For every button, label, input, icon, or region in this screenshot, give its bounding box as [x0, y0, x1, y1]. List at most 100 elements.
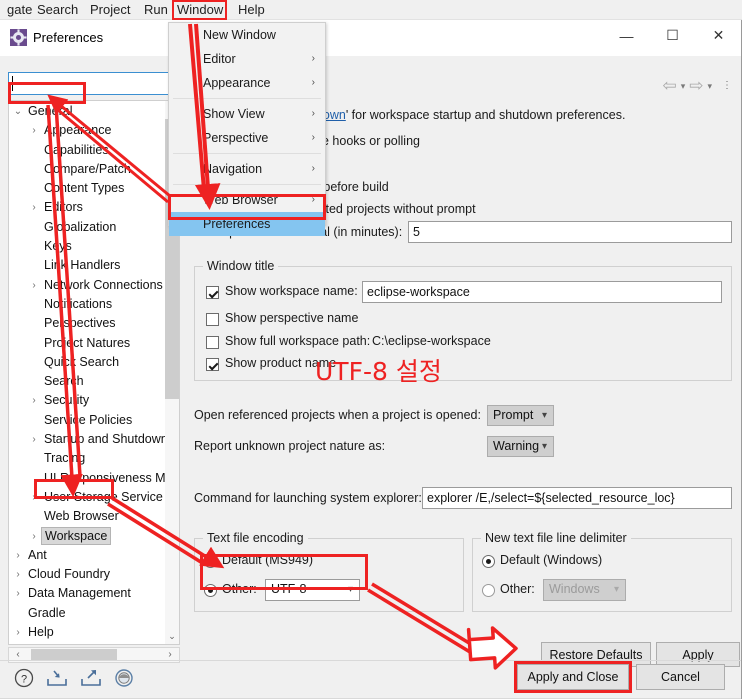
tree-item-perspectives[interactable]: Perspectives — [9, 314, 167, 333]
menu-item-label: Web Browser — [203, 193, 278, 207]
tree-item-service-policies[interactable]: Service Policies — [9, 411, 167, 430]
tree-expand-arrow-icon[interactable]: › — [28, 527, 40, 546]
dialog-title-bar: Preferences — ☐ ✕ — [0, 20, 741, 56]
tree-item-content-types[interactable]: Content Types — [9, 179, 167, 198]
show-perspective-name-checkbox[interactable] — [206, 313, 219, 326]
tree-expand-arrow-icon[interactable]: › — [28, 198, 40, 217]
tree-item-gradle[interactable]: Gradle — [9, 604, 167, 623]
tree-item-appearance[interactable]: › Appearance — [9, 121, 167, 140]
tree-item-security[interactable]: › Security — [9, 391, 167, 410]
tree-item-notifications[interactable]: Notifications — [9, 295, 167, 314]
menu-item-perspective[interactable]: Perspective › — [169, 126, 325, 150]
tree-item-search[interactable]: Search — [9, 372, 167, 391]
tree-expand-arrow-icon[interactable]: › — [28, 121, 40, 140]
tree-expand-arrow-icon[interactable]: › — [28, 430, 40, 449]
tree-item-label: Perspectives — [44, 316, 116, 331]
tree-expand-arrow-icon[interactable]: › — [12, 584, 24, 603]
tree-item-general[interactable]: ⌄ General — [9, 102, 167, 121]
pane-menu-icon[interactable]: ⋮ — [722, 81, 732, 91]
theme-icon[interactable] — [114, 668, 134, 688]
tree-item-user-storage-service[interactable]: › User Storage Service — [9, 488, 167, 507]
menu-item-web-browser[interactable]: Web Browser › — [169, 188, 325, 212]
help-icon[interactable]: ? — [14, 668, 34, 688]
tree-expand-arrow-icon[interactable]: › — [28, 391, 40, 410]
tree-item-link-handlers[interactable]: Link Handlers — [9, 256, 167, 275]
save-interval-input[interactable]: 5 — [408, 221, 732, 243]
window-dropdown-menu[interactable]: New Window Editor › Appearance › Show View › Pe… — [168, 22, 326, 236]
tree-scroll-down-arrow[interactable]: ⌄ — [165, 628, 179, 644]
tree-item-help[interactable]: › Help — [9, 623, 167, 642]
tree-item-install-update[interactable]: › Install/Update — [9, 642, 167, 644]
tree-item-startup-and-shutdown[interactable]: › Startup and Shutdown — [9, 430, 167, 449]
encoding-default-radio[interactable] — [204, 555, 217, 568]
menu-search[interactable]: Search — [32, 1, 83, 19]
delimiter-default-radio[interactable] — [482, 555, 495, 568]
tree-item-ant[interactable]: › Ant — [9, 546, 167, 565]
menu-item-appearance[interactable]: Appearance › — [169, 71, 325, 95]
close-button[interactable]: ✕ — [696, 20, 741, 51]
back-dropdown-icon[interactable]: ▾ — [681, 81, 686, 92]
menu-item-new-window[interactable]: New Window — [169, 23, 325, 47]
tree-expand-arrow-icon[interactable]: › — [28, 276, 40, 295]
show-full-path-checkbox[interactable] — [206, 336, 219, 349]
back-arrow-icon[interactable]: ⇦ — [662, 76, 676, 96]
tree-item-quick-search[interactable]: Quick Search — [9, 353, 167, 372]
report-nature-value: Warning — [493, 439, 540, 453]
tree-expand-arrow-icon[interactable]: › — [28, 488, 40, 507]
menu-item-show-view[interactable]: Show View › — [169, 102, 325, 126]
menu-item-label: Perspective — [203, 131, 269, 145]
apply-and-close-button[interactable]: Apply and Close — [517, 664, 629, 690]
filter-input[interactable] — [8, 72, 173, 95]
tree-item-data-management[interactable]: › Data Management — [9, 584, 167, 603]
tree-expand-arrow-icon[interactable]: › — [12, 546, 24, 565]
tree-expand-arrow-icon[interactable]: ⌄ — [12, 102, 24, 121]
menu-window[interactable]: Window — [172, 1, 228, 19]
forward-arrow-icon[interactable]: ⇨ — [689, 76, 703, 96]
show-workspace-name-checkbox[interactable] — [206, 286, 219, 299]
tree-item-capabilities[interactable]: Capabilities — [9, 141, 167, 160]
tree-item-ui-responsiveness-monitoring[interactable]: UI Responsiveness Monitoring — [9, 469, 179, 488]
workspace-name-input[interactable]: eclipse-workspace — [362, 281, 722, 303]
footer-icon-bar: ? — [14, 668, 134, 688]
tree-item-cloud-foundry[interactable]: › Cloud Foundry — [9, 565, 167, 584]
preference-tree[interactable]: ⌄ General › Appearance Capabilities Compare/P… — [8, 100, 180, 645]
menu-project[interactable]: Project — [85, 1, 135, 19]
open-referenced-combo[interactable]: Prompt ▾ — [487, 405, 554, 426]
tree-item-project-natures[interactable]: Project Natures — [9, 334, 167, 353]
menu-item-preferences[interactable]: Preferences — [169, 212, 325, 236]
tree-item-compare-patch[interactable]: Compare/Patch — [9, 160, 167, 179]
tree-item-keys[interactable]: Keys — [9, 237, 167, 256]
delimiter-other-combo[interactable]: Windows ▾ — [543, 579, 626, 601]
menu-help[interactable]: Help — [233, 1, 270, 19]
tree-item-label: Content Types — [44, 181, 125, 196]
forward-dropdown-icon[interactable]: ▾ — [707, 81, 712, 92]
show-product-name-checkbox[interactable] — [206, 358, 219, 371]
dialog-title: Preferences — [33, 30, 104, 45]
import-preferences-icon[interactable] — [46, 668, 68, 688]
menu-item-navigation[interactable]: Navigation › — [169, 157, 325, 181]
tree-item-tracing[interactable]: Tracing — [9, 449, 167, 468]
maximize-button[interactable]: ☐ — [650, 20, 695, 51]
tree-item-label: Tracing — [44, 451, 86, 466]
encoding-other-radio[interactable] — [204, 584, 217, 597]
tree-expand-arrow-icon[interactable]: › — [12, 565, 24, 584]
report-nature-combo[interactable]: Warning ▾ — [487, 436, 554, 457]
tree-item-network-connections[interactable]: › Network Connections — [9, 276, 167, 295]
command-input[interactable]: explorer /E,/select=${selected_resource_… — [422, 487, 732, 509]
tree-expand-arrow-icon[interactable]: › — [12, 623, 24, 642]
encoding-group-label: Text file encoding — [203, 531, 308, 545]
export-preferences-icon[interactable] — [80, 668, 102, 688]
encoding-other-value: UTF-8 — [271, 582, 307, 596]
tree-item-workspace[interactable]: › Workspace — [9, 526, 167, 546]
tree-item-editors[interactable]: › Editors — [9, 198, 167, 217]
menu-run[interactable]: Run — [139, 1, 173, 19]
menu-item-editor[interactable]: Editor › — [169, 47, 325, 71]
minimize-button[interactable]: — — [604, 20, 649, 51]
tree-item-globalization[interactable]: Globalization — [9, 218, 167, 237]
delimiter-other-radio[interactable] — [482, 584, 495, 597]
tree-item-web-browser[interactable]: Web Browser — [9, 507, 167, 526]
cancel-button[interactable]: Cancel — [636, 664, 725, 690]
menu-item-label: Navigation — [203, 162, 263, 176]
tree-expand-arrow-icon[interactable]: › — [12, 642, 24, 644]
encoding-other-combo[interactable]: UTF-8 ▾ — [265, 579, 360, 601]
